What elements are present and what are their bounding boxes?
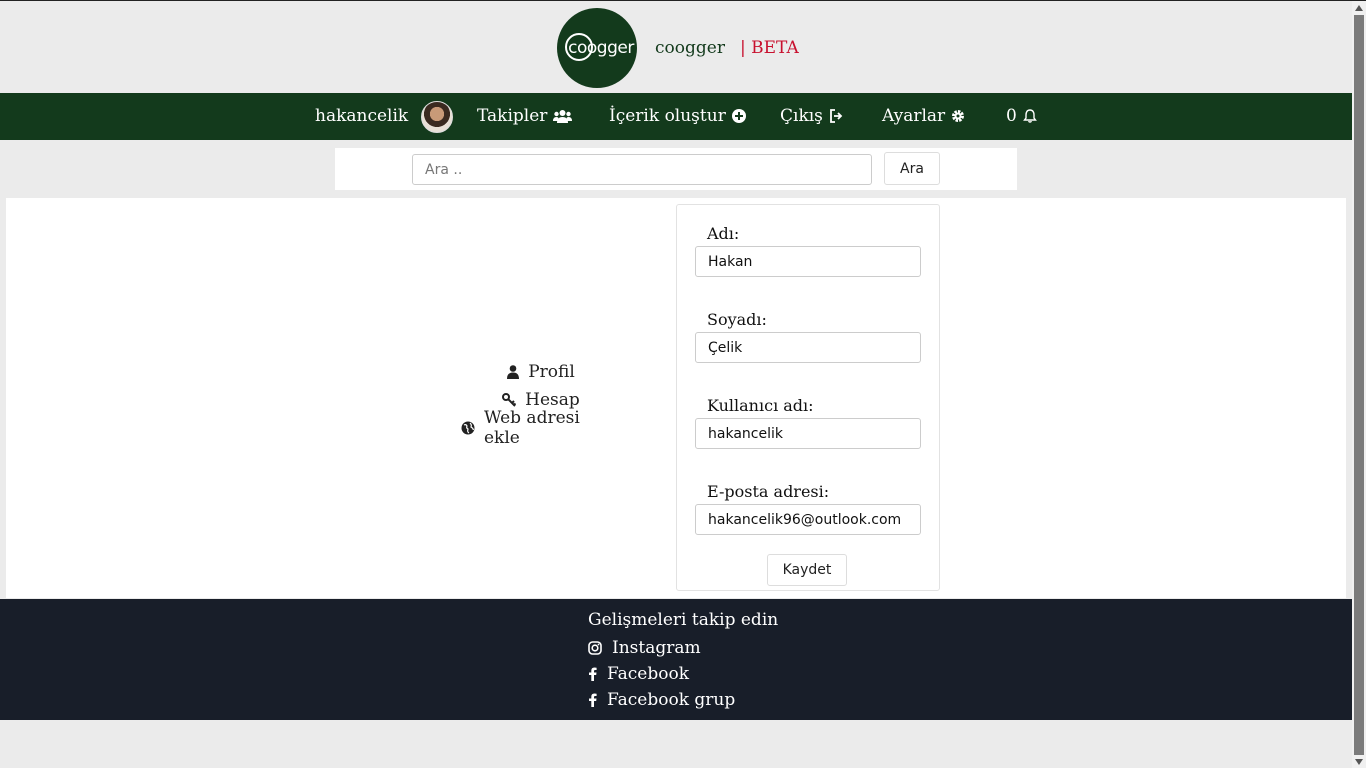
side-item-label: Profil bbox=[528, 362, 575, 382]
scroll-thumb[interactable] bbox=[1354, 15, 1364, 755]
settings-panel: Profil Hesap Web adresi ekle Adı: Soyadı… bbox=[6, 198, 1346, 598]
facebook-icon bbox=[589, 667, 597, 681]
username-field[interactable] bbox=[695, 418, 921, 449]
nav-notifications[interactable]: 0 bbox=[1006, 106, 1037, 126]
save-button[interactable]: Kaydet bbox=[767, 554, 847, 586]
browser-viewport: coogger coogger | BETA hakancelik Takipl… bbox=[0, 1, 1352, 768]
nav-logout-label: Çıkış bbox=[780, 106, 823, 126]
footer-link-facebook[interactable]: Facebook bbox=[588, 664, 689, 684]
search-button[interactable]: Ara bbox=[884, 152, 940, 185]
footer-title: Gelişmeleri takip edin bbox=[588, 610, 779, 630]
last-name-field[interactable] bbox=[695, 332, 921, 363]
nav-followers[interactable]: Takipler bbox=[477, 106, 573, 126]
side-item-profile[interactable]: Profil bbox=[461, 358, 621, 386]
side-item-label: Web adresi ekle bbox=[484, 408, 580, 448]
logo[interactable]: coogger bbox=[557, 8, 637, 88]
scroll-up-arrow-icon[interactable] bbox=[1355, 5, 1363, 11]
brand-name[interactable]: coogger bbox=[655, 38, 725, 58]
settings-side-menu: Profil Hesap Web adresi ekle bbox=[461, 358, 621, 448]
nav-followers-label: Takipler bbox=[477, 106, 548, 126]
nav-create-label: İçerik oluştur bbox=[609, 106, 726, 126]
plus-circle-icon bbox=[731, 109, 746, 123]
footer-link-instagram[interactable]: Instagram bbox=[588, 638, 701, 658]
site-header: coogger coogger | BETA bbox=[0, 1, 1352, 93]
sign-out-icon bbox=[830, 109, 843, 123]
footer-link-label: Facebook grup bbox=[607, 690, 736, 710]
footer-link-label: Facebook bbox=[607, 664, 690, 684]
nav-settings-label: Ayarlar bbox=[882, 106, 946, 126]
facebook-icon bbox=[589, 693, 597, 707]
site-footer: Gelişmeleri takip edin Instagram Faceboo… bbox=[0, 599, 1352, 720]
username-label: Kullanıcı adı: bbox=[707, 396, 814, 415]
profile-form: Adı: Soyadı: Kullanıcı adı: E-posta adre… bbox=[676, 204, 940, 591]
email-label: E-posta adresi: bbox=[707, 482, 830, 501]
instagram-icon bbox=[588, 641, 602, 655]
bell-icon bbox=[1022, 109, 1037, 123]
globe-icon bbox=[461, 421, 475, 435]
main-nav: hakancelik Takipler İçerik oluştur Çıkış… bbox=[0, 93, 1352, 140]
users-icon bbox=[553, 110, 573, 123]
key-icon bbox=[502, 393, 517, 407]
logo-text: coogger bbox=[568, 38, 634, 58]
first-name-field[interactable] bbox=[695, 246, 921, 277]
first-name-label: Adı: bbox=[707, 224, 740, 243]
nav-username[interactable]: hakancelik bbox=[315, 106, 408, 126]
nav-create-content[interactable]: İçerik oluştur bbox=[609, 106, 746, 126]
search-bar: Ara bbox=[335, 148, 1017, 190]
footer-link-facebook-group[interactable]: Facebook grup bbox=[588, 690, 735, 710]
user-icon bbox=[507, 365, 520, 379]
gear-icon bbox=[952, 110, 965, 122]
last-name-label: Soyadı: bbox=[707, 310, 767, 329]
notification-count: 0 bbox=[1006, 106, 1017, 126]
beta-badge: | BETA bbox=[740, 38, 799, 58]
email-field[interactable] bbox=[695, 504, 921, 535]
scroll-down-arrow-icon[interactable] bbox=[1355, 759, 1363, 765]
side-item-label: Hesap bbox=[525, 390, 580, 410]
side-item-add-web-address[interactable]: Web adresi ekle bbox=[461, 408, 621, 448]
search-input[interactable] bbox=[412, 154, 872, 185]
avatar[interactable] bbox=[421, 101, 453, 133]
nav-settings[interactable]: Ayarlar bbox=[882, 106, 965, 126]
nav-logout[interactable]: Çıkış bbox=[780, 106, 843, 126]
footer-link-label: Instagram bbox=[612, 638, 701, 658]
page-scrollbar[interactable] bbox=[1352, 1, 1366, 768]
